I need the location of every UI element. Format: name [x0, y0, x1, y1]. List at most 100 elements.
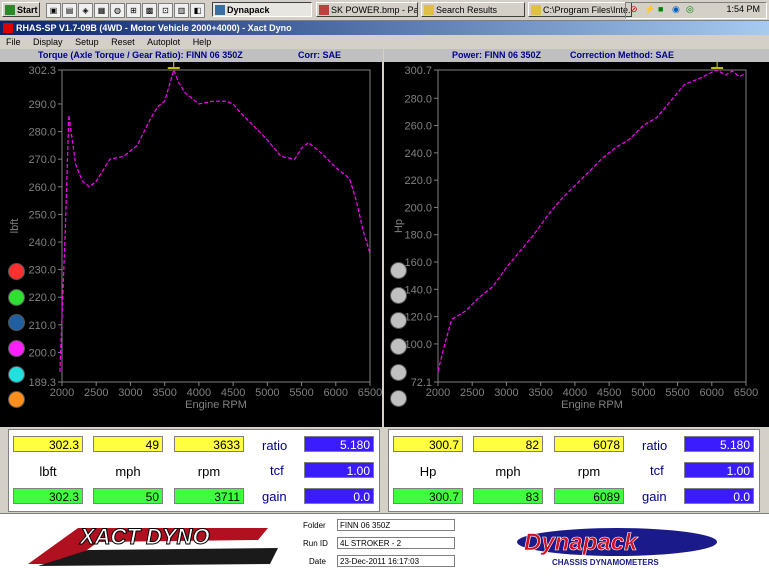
window-title-bar[interactable]: RHAS-SP V1.7-09B (4WD - Motor Vehicle 20…	[0, 21, 769, 35]
run-color-swatch[interactable]	[390, 287, 407, 304]
menu-autoplot[interactable]: Autoplot	[147, 37, 180, 47]
torque-readout-panel: 302.3 49 3633 lbft mph rpm 302.3 50 3711…	[8, 429, 380, 512]
quicklaunch-icon[interactable]: ▥	[174, 3, 189, 18]
torque-chart-header: Torque (Axle Torque / Gear Ratio): FINN …	[0, 49, 383, 62]
run-color-swatch[interactable]	[390, 312, 407, 329]
quicklaunch-icon[interactable]: ◍	[110, 3, 125, 18]
x-tick-label: 4500	[221, 387, 245, 399]
folder-label: Folder	[303, 521, 326, 530]
torque-chart-title: Torque (Axle Torque / Gear Ratio): FINN …	[38, 50, 243, 60]
plot-frame	[437, 69, 747, 383]
quicklaunch-icon[interactable]: ▤	[62, 3, 77, 18]
torque-chart: 302.3 290.0 280.0 270.0 260.0 250.0 240.0 230.0…	[9, 59, 382, 411]
power-chart: 300.7 280.0 260.0 240.0 220.0 200.0 180.0 160.0…	[393, 59, 758, 411]
ratio-value[interactable]: 5.180	[684, 436, 754, 452]
folder-value: FINN 06 350Z	[337, 519, 455, 531]
x-tick-label: 2500	[460, 387, 484, 399]
y-tick-label: 280.0	[28, 127, 56, 139]
run-color-swatch[interactable]	[8, 366, 25, 383]
menu-file[interactable]: File	[6, 37, 21, 47]
quicklaunch-icon[interactable]: ▩	[142, 3, 157, 18]
window-title: RHAS-SP V1.7-09B (4WD - Motor Vehicle 20…	[16, 23, 292, 33]
y-tick-label: 160.0	[404, 257, 432, 269]
tray-icon[interactable]: ◉	[672, 4, 680, 15]
run-color-swatch[interactable]	[8, 289, 25, 306]
paint-icon	[319, 5, 329, 15]
torque-peak-value: 302.3	[13, 436, 83, 452]
quicklaunch-icon[interactable]: ◈	[78, 3, 93, 18]
task-paint[interactable]: SK POWER.bmp - Paint	[316, 2, 418, 17]
taskbar: Start ▣ ▤ ◈ ▦ ◍ ⊞ ▩ ⊡ ▥ ◧ Dynapack SK PO…	[0, 0, 769, 21]
date-value: 23-Dec-2011 16:17:03	[337, 555, 455, 567]
app-icon	[3, 23, 13, 33]
menu-display[interactable]: Display	[33, 37, 63, 47]
y-axis-label: Hp	[393, 219, 405, 233]
task-program-files[interactable]: C:\Program Files\Inte...	[528, 2, 632, 17]
unit-label: mph	[495, 464, 521, 479]
quicklaunch-icon[interactable]: ▣	[46, 3, 61, 18]
power-peak-mph: 82	[473, 436, 543, 452]
y-tick-label: 230.0	[28, 265, 56, 277]
tray-icon[interactable]: ⚡	[644, 4, 655, 15]
torque-correction: Corr: SAE	[298, 50, 342, 60]
quicklaunch-icon[interactable]: ▦	[94, 3, 109, 18]
app-icon	[215, 5, 225, 15]
torque-cursor-rpm: 3711	[174, 488, 244, 504]
tray-icon[interactable]: ◎	[686, 4, 694, 15]
x-tick-label: 2000	[426, 387, 450, 399]
run-color-swatch[interactable]	[390, 390, 407, 407]
run-color-swatch[interactable]	[8, 263, 25, 280]
gain-label: gain	[262, 489, 287, 504]
run-color-swatch[interactable]	[8, 340, 25, 357]
run-color-swatch[interactable]	[8, 314, 25, 331]
quicklaunch-icon[interactable]: ⊡	[158, 3, 173, 18]
power-peak-rpm: 6078	[554, 436, 624, 452]
gain-value[interactable]: 0.0	[684, 488, 754, 504]
power-readout-panel: 300.7 82 6078 Hp mph rpm 300.7 83 6089 r…	[388, 429, 760, 512]
ratio-value[interactable]: 5.180	[304, 436, 374, 452]
start-button[interactable]: Start	[2, 2, 40, 17]
tcf-label: tcf	[270, 463, 284, 478]
menu-help[interactable]: Help	[193, 37, 212, 47]
x-tick-label: 2500	[84, 387, 108, 399]
x-tick-label: 6500	[358, 387, 382, 399]
logo-subtext: CHASSIS DYNAMOMETERS	[552, 558, 659, 567]
menu-setup[interactable]: Setup	[75, 37, 99, 47]
y-tick-label: 260.0	[404, 121, 432, 133]
gain-value[interactable]: 0.0	[304, 488, 374, 504]
x-tick-label: 5500	[665, 387, 689, 399]
y-tick-label: 210.0	[28, 320, 56, 332]
quicklaunch-icon[interactable]: ◧	[190, 3, 205, 18]
x-tick-label: 4000	[563, 387, 587, 399]
run-color-swatch[interactable]	[390, 338, 407, 355]
tcf-value[interactable]: 1.00	[684, 462, 754, 478]
tcf-value[interactable]: 1.00	[304, 462, 374, 478]
run-color-swatch[interactable]	[390, 364, 407, 381]
task-search-results[interactable]: Search Results	[421, 2, 525, 17]
x-tick-label: 4000	[187, 387, 211, 399]
run-color-swatch[interactable]	[8, 391, 25, 408]
unit-label: mph	[115, 464, 141, 479]
date-label: Date	[309, 557, 326, 566]
menu-reset[interactable]: Reset	[111, 37, 135, 47]
menu-bar: File Display Setup Reset Autoplot Help	[0, 36, 769, 49]
x-tick-label: 6000	[324, 387, 348, 399]
y-tick-label: 280.0	[404, 93, 432, 105]
task-dynapack[interactable]: Dynapack	[212, 2, 312, 17]
unit-label: lbft	[39, 464, 57, 479]
y-tick-label: 302.3	[28, 65, 56, 77]
quicklaunch-icon[interactable]: ⊞	[126, 3, 141, 18]
y-tick-label: 260.0	[28, 182, 56, 194]
y-tick-label: 200.0	[404, 202, 432, 214]
run-color-swatch[interactable]	[390, 262, 407, 279]
x-tick-label: 4500	[597, 387, 621, 399]
tcf-label: tcf	[650, 463, 664, 478]
clock[interactable]: 1:54 PM	[726, 4, 760, 14]
y-tick-label: 140.0	[404, 284, 432, 296]
runid-label: Run ID	[303, 539, 328, 548]
plot-frame	[61, 69, 371, 383]
tray-icon[interactable]: ■	[658, 4, 663, 14]
ratio-label: ratio	[262, 438, 288, 453]
tray-icon[interactable]: ⊘	[630, 4, 638, 15]
x-axis-label: Engine RPM	[561, 399, 623, 411]
